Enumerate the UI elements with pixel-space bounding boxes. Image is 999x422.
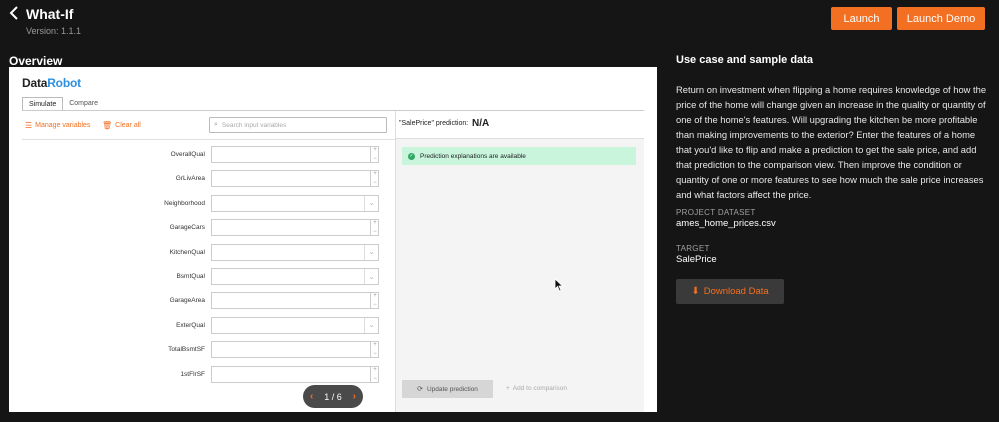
manage-variables-label: Manage variables [35, 122, 91, 129]
select-input[interactable]: ⌄ [211, 316, 379, 334]
check-circle-icon: ✓ [408, 152, 415, 160]
number-input[interactable]: + − [211, 341, 379, 359]
tab-compare[interactable]: Compare [63, 97, 104, 111]
app-title: What-If [26, 6, 74, 22]
update-prediction-button[interactable]: ⟳ Update prediction [402, 380, 493, 398]
stepper-icon[interactable]: + − [370, 365, 379, 383]
stepper-icon[interactable]: + − [370, 170, 379, 188]
variable-label: Neighborhood [164, 199, 205, 207]
add-to-comparison-button[interactable]: + Add to comparison [506, 385, 567, 392]
number-input[interactable]: + − [211, 292, 379, 310]
variable-row: GrLivArea + − [9, 170, 395, 188]
list-icon: ☰ [25, 121, 33, 130]
info-title: Use case and sample data [676, 54, 813, 66]
tab-simulate[interactable]: Simulate [22, 97, 64, 111]
overview-title: Overview [9, 54, 63, 68]
explanations-text: Prediction explanations are available [420, 152, 526, 160]
info-description: Return on investment when flipping a hom… [676, 84, 987, 200]
variable-label: KitchenQual [169, 248, 205, 256]
stepper-icon[interactable]: + − [370, 219, 379, 237]
variable-label: GarageArea [169, 297, 205, 305]
plus-icon: + [506, 385, 510, 392]
variable-row: KitchenQual ⌄ [9, 243, 395, 262]
explanations-banner: ✓ Prediction explanations are available [402, 147, 636, 165]
number-input[interactable]: + − [211, 365, 379, 383]
download-data-button[interactable]: ⬇ Download Data [676, 279, 784, 304]
back-arrow-icon[interactable] [8, 6, 20, 20]
launch-button[interactable]: Launch [831, 7, 892, 30]
chevron-down-icon[interactable]: ⌄ [364, 317, 378, 333]
dataset-label: PROJECT DATASET [676, 208, 756, 217]
chevron-left-icon[interactable]: ‹ [310, 391, 313, 402]
chevron-right-icon[interactable]: › [353, 391, 356, 402]
manage-variables-link[interactable]: ☰ Manage variables [25, 121, 90, 130]
target-value: SalePrice [676, 254, 717, 265]
mouse-cursor-icon [554, 278, 564, 292]
datarobot-logo: DataRobot [22, 76, 81, 90]
version-label: Version: 1.1.1 [26, 26, 82, 36]
clear-all-label: Clear all [115, 122, 141, 129]
prediction-area [396, 139, 644, 412]
dataset-value: ames_home_prices.csv [676, 218, 776, 229]
launch-demo-button[interactable]: Launch Demo [897, 7, 985, 30]
number-input[interactable]: + − [211, 219, 379, 237]
tab-bar: Simulate Compare [22, 97, 104, 111]
variable-row: ExterQual ⌄ [9, 316, 395, 335]
variable-row: 1stFlrSF + − [9, 365, 395, 384]
prediction-label: "SalePrice" prediction: [399, 120, 469, 127]
download-data-label: Download Data [703, 286, 769, 297]
variable-row: GarageArea + − [9, 292, 395, 310]
target-label: TARGET [676, 244, 710, 253]
variable-label: BsmtQual [176, 273, 205, 280]
add-to-comparison-label: Add to comparison [512, 385, 567, 392]
variable-row: TotalBsmtSF + − [9, 341, 395, 359]
download-icon: ⬇ [691, 286, 700, 297]
update-prediction-label: Update prediction [426, 385, 478, 393]
variable-label: TotalBsmtSF [168, 346, 205, 354]
variable-row: BsmtQual ⌄ [9, 268, 395, 286]
stepper-icon[interactable]: + − [370, 146, 379, 163]
select-input[interactable]: ⌄ [211, 243, 379, 261]
page-indicator: 1 / 6 [324, 391, 342, 402]
variable-row: OverallQual + − [9, 146, 395, 164]
chevron-down-icon[interactable]: ⌄ [364, 244, 378, 260]
stepper-icon[interactable]: + − [370, 341, 379, 359]
number-input[interactable]: + − [211, 146, 379, 163]
select-input[interactable]: ⌄ [211, 268, 379, 285]
search-icon: ⌕ [214, 121, 218, 128]
variable-row: GarageCars + − [9, 219, 395, 237]
stepper-icon[interactable]: + − [370, 292, 379, 310]
chevron-down-icon[interactable]: ⌄ [364, 269, 378, 284]
variable-row: Neighborhood ⌄ [9, 194, 395, 213]
logo-text-data: Data [22, 76, 48, 90]
number-input[interactable]: + − [211, 170, 379, 188]
chevron-down-icon[interactable]: ⌄ [364, 195, 378, 211]
refresh-icon: ⟳ [417, 386, 423, 393]
variable-label: GrLivArea [175, 175, 205, 183]
logo-text-robot: Robot [47, 76, 81, 90]
trash-icon: 🗑 [102, 121, 113, 130]
pagination: ‹ 1 / 6 › [303, 385, 363, 408]
variable-label: OverallQual [170, 151, 205, 158]
app-preview-panel: DataRobot Simulate Compare ☰ Manage vari… [9, 67, 657, 412]
variable-label: ExterQual [176, 321, 205, 329]
select-input[interactable]: ⌄ [211, 194, 379, 212]
search-box[interactable]: ⌕ [209, 117, 387, 133]
variable-label: 1stFlrSF [180, 370, 205, 378]
search-input[interactable] [221, 121, 372, 129]
variable-label: GarageCars [169, 224, 205, 232]
prediction-value: N/A [472, 118, 490, 129]
divider [22, 139, 395, 140]
tab-divider [22, 110, 644, 111]
clear-all-link[interactable]: 🗑 Clear all [102, 121, 141, 130]
